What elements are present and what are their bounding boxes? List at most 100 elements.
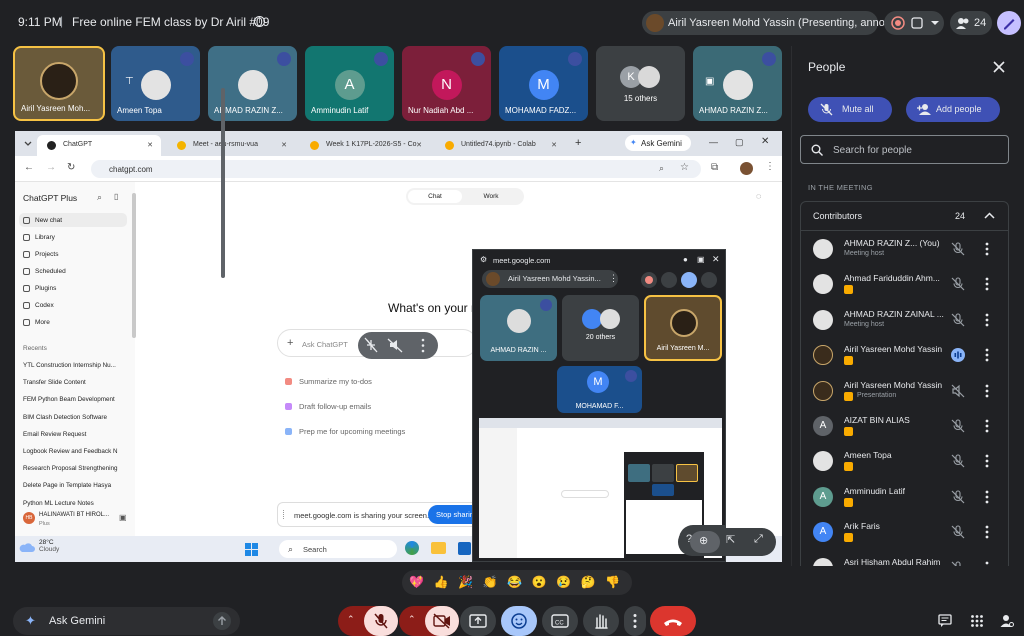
sidebar-nav-item[interactable]: Library [23, 234, 55, 241]
speaking-indicator-icon[interactable] [951, 348, 965, 363]
tab-close-icon[interactable]: ✕ [416, 141, 422, 149]
reaction-emoji[interactable]: 😢 [555, 574, 572, 591]
mode-chat-tab[interactable]: Chat [408, 190, 462, 203]
sidebar-nav-item[interactable]: Plugins [23, 285, 56, 292]
participant-row[interactable]: Airil Yasreen Mohd Yassin Presentation [801, 373, 1010, 408]
recent-chat-item[interactable]: Transfer Slide Content [23, 379, 86, 386]
popup-pip-icon[interactable]: ▣ [697, 255, 705, 264]
ask-gemini-tab-button[interactable]: ✦ Ask Gemini [625, 135, 691, 151]
pin-icon[interactable]: ▣ [705, 76, 714, 87]
more-options-icon[interactable] [985, 418, 989, 434]
windows-start-icon[interactable] [245, 543, 258, 556]
participant-tile[interactable]: A Amminudin Latif [305, 46, 394, 121]
more-options-button[interactable] [624, 606, 646, 636]
participant-row[interactable]: AHMAD RAZIN ZAINAL ... Meeting host [801, 302, 1010, 337]
popup-mic-icon[interactable]: ● [683, 255, 688, 264]
participant-tile[interactable]: ⊤ Ameen Topa [111, 46, 200, 121]
forward-icon[interactable]: → [46, 162, 56, 173]
popup-gemini-icon[interactable] [701, 272, 717, 288]
participant-tile[interactable]: K 15 others [596, 46, 685, 121]
reaction-emoji[interactable]: 😮 [531, 574, 548, 591]
presenter-chip[interactable]: Airil Yasreen Mohd Yassin (Presenting, a… [642, 11, 915, 35]
popup-captions-icon[interactable] [661, 272, 677, 288]
popup-tile-airil[interactable]: Airil Yasreen M... [644, 295, 722, 361]
recent-chat-item[interactable]: YTL Construction Internship Nu... [23, 362, 116, 369]
mic-off-icon[interactable] [951, 454, 965, 468]
popup-pen-icon[interactable] [681, 272, 697, 288]
participant-row[interactable]: A AIZAT BIN ALIAS [801, 408, 1010, 443]
info-icon[interactable]: i [254, 16, 265, 27]
reaction-emoji[interactable]: 👏 [482, 574, 499, 591]
more-options-icon[interactable] [985, 347, 989, 363]
reaction-emoji[interactable]: 👍 [433, 574, 450, 591]
more-options-icon[interactable] [985, 453, 989, 469]
chevron-up-icon[interactable] [984, 212, 995, 220]
search-chats-icon[interactable]: ⌕ [97, 192, 102, 203]
annotate-pen-icon[interactable] [997, 11, 1021, 35]
close-icon[interactable] [992, 60, 1006, 74]
profile-avatar[interactable] [740, 162, 753, 175]
mic-off-icon[interactable] [951, 525, 965, 539]
window-close-icon[interactable]: ✕ [761, 136, 769, 147]
more-options-icon[interactable] [985, 489, 989, 505]
mic-off-icon[interactable] [951, 561, 965, 566]
file-explorer-icon[interactable] [431, 542, 446, 554]
more-options-icon[interactable] [985, 560, 989, 566]
browser-tab[interactable]: Untitled74.ipynb - Colab ✕ [435, 135, 565, 156]
reaction-emoji[interactable]: 😂 [506, 574, 523, 591]
contributors-header[interactable]: Contributors 24 [800, 201, 1009, 231]
participant-row[interactable]: A Arik Faris [801, 514, 1010, 549]
participant-row[interactable]: Airil Yasreen Mohd Yassin [801, 337, 1010, 372]
recent-chat-item[interactable]: FEM Python Beam Development [23, 396, 115, 403]
open-external-icon[interactable]: ⇱ [726, 533, 735, 546]
suggestion-item[interactable]: Summarize my to-dos [285, 377, 372, 386]
store-icon[interactable] [458, 542, 471, 555]
popup-presenter-menu-icon[interactable]: ⋮ [609, 273, 618, 284]
more-options-icon[interactable] [985, 312, 989, 328]
camera-options-chevron-icon[interactable]: ⌃ [408, 614, 416, 625]
drag-handle-icon[interactable] [283, 510, 288, 519]
pin-icon[interactable]: ⊤ [125, 76, 134, 87]
back-icon[interactable]: ← [24, 162, 34, 173]
participant-row[interactable]: Asri Hisham Abdul Rahim [801, 550, 1010, 566]
fullscreen-icon[interactable]: ⤢ [754, 533, 763, 546]
attach-plus-icon[interactable]: + [287, 337, 293, 349]
participant-row[interactable]: AHMAD RAZIN Z... (You) Meeting host [801, 231, 1010, 266]
popup-tile-others[interactable]: 20 others [562, 295, 639, 361]
participant-row[interactable]: Ameen Topa [801, 443, 1010, 478]
participant-tile[interactable]: N Nur Nadiah Abd ... [402, 46, 491, 121]
minimize-icon[interactable]: — [709, 137, 718, 147]
new-tab-icon[interactable]: + [575, 137, 581, 149]
present-screen-button[interactable] [460, 606, 496, 636]
temporary-chat-icon[interactable]: ◌ [756, 191, 761, 201]
add-people-button[interactable]: Add people [906, 97, 1000, 122]
taskbar-search[interactable]: ⌕ Search [279, 540, 397, 558]
bookmark-star-icon[interactable]: ☆ [680, 162, 689, 173]
captions-button[interactable]: CC [542, 606, 578, 636]
recording-chip[interactable] [884, 11, 944, 35]
leave-call-button[interactable] [650, 606, 696, 636]
tab-close-icon[interactable]: ✕ [147, 141, 153, 149]
extensions-icon[interactable]: ⧉ [711, 162, 718, 173]
edge-browser-icon[interactable] [405, 541, 419, 555]
recent-chat-item[interactable]: Delete Page in Template Hasya [23, 482, 111, 489]
recent-chat-item[interactable]: BIM Clash Detection Software [23, 414, 107, 421]
zoom-icon[interactable]: ⌕ [659, 163, 664, 174]
recent-chat-item[interactable]: Python ML Lecture Notes [23, 500, 94, 507]
more-options-icon[interactable] [985, 276, 989, 292]
tab-close-icon[interactable]: ✕ [551, 141, 557, 149]
suggestion-item[interactable]: Draft follow-up emails [285, 402, 371, 411]
sidebar-nav-item[interactable]: Projects [23, 251, 58, 258]
presentation-audio-off-icon[interactable] [951, 384, 965, 398]
mic-off-icon[interactable] [951, 419, 965, 433]
ask-gemini-button[interactable]: ✦ Ask Gemini [13, 607, 240, 635]
participant-row[interactable]: A Amminudin Latif [801, 479, 1010, 514]
sidebar-nav-item[interactable]: New chat [23, 217, 62, 224]
send-arrow-icon[interactable] [213, 612, 231, 630]
mic-toggle-button[interactable] [364, 606, 398, 636]
search-people-input[interactable]: Search for people [800, 135, 1009, 164]
browser-menu-icon[interactable]: ⋮ [765, 161, 775, 172]
recent-chat-item[interactable]: Research Proposal Strengthening [23, 465, 118, 472]
emoji-reactions-button[interactable] [501, 606, 537, 636]
camera-toggle-button[interactable] [425, 606, 459, 636]
